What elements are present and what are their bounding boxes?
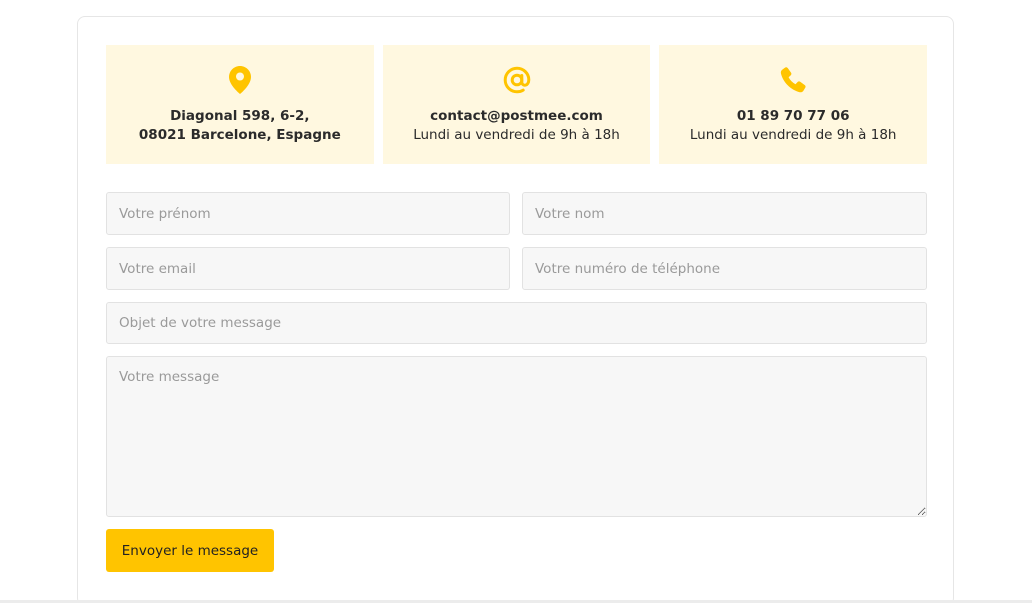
contact-card: Diagonal 598, 6-2, 08021 Barcelone, Espa… — [77, 16, 954, 603]
location-pin-icon — [225, 65, 255, 95]
contact-page: Diagonal 598, 6-2, 08021 Barcelone, Espa… — [0, 0, 1032, 603]
email-address: contact@postmee.com — [430, 108, 603, 124]
first-name-input[interactable] — [106, 192, 510, 235]
phone-info-box: 01 89 70 77 06 Lundi au vendredi de 9h à… — [659, 45, 928, 164]
address-line-1: Diagonal 598, 6-2, — [170, 108, 310, 124]
message-textarea[interactable] — [106, 356, 927, 517]
phone-icon — [778, 65, 808, 95]
at-sign-icon — [502, 65, 532, 95]
email-hours: Lundi au vendredi de 9h à 18h — [413, 127, 620, 143]
email-info-box: contact@postmee.com Lundi au vendredi de… — [382, 45, 651, 164]
address-line-2: 08021 Barcelone, Espagne — [138, 127, 341, 143]
phone-hours: Lundi au vendredi de 9h à 18h — [689, 127, 897, 143]
phone-input[interactable] — [522, 247, 927, 290]
contact-info-row: Diagonal 598, 6-2, 08021 Barcelone, Espa… — [106, 45, 928, 164]
email-input[interactable] — [106, 247, 510, 290]
last-name-input[interactable] — [522, 192, 927, 235]
phone-number: 01 89 70 77 06 — [736, 108, 850, 124]
address-info-box: Diagonal 598, 6-2, 08021 Barcelone, Espa… — [106, 45, 374, 164]
subject-input[interactable] — [106, 302, 927, 344]
send-message-button[interactable]: Envoyer le message — [106, 529, 274, 572]
